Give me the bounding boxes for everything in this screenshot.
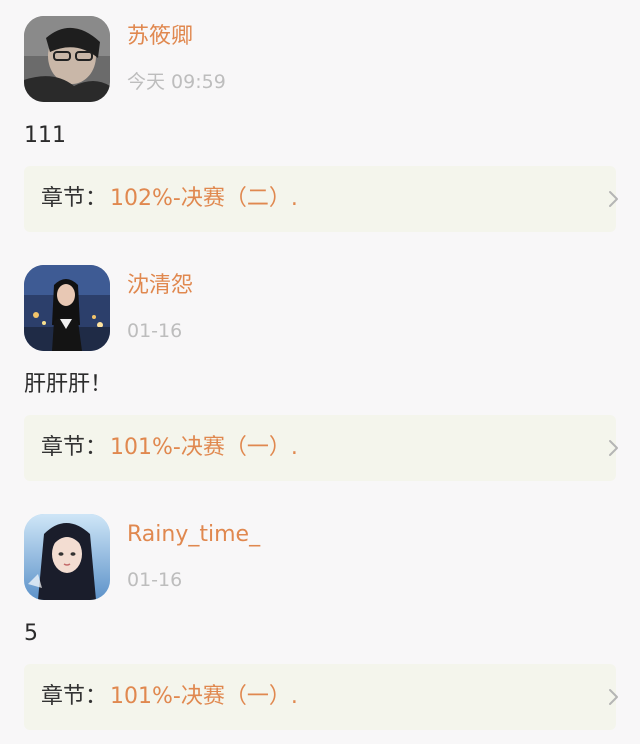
avatar-image xyxy=(24,514,110,600)
comment-feed: 苏筱卿 今天 09:59 111 章节： 102%-决赛（二）. 沈清怨 01-… xyxy=(0,0,640,744)
username[interactable]: 沈清怨 xyxy=(127,271,193,301)
username[interactable]: 苏筱卿 xyxy=(127,22,193,52)
comment-text: 111 xyxy=(24,123,66,148)
username[interactable]: Rainy_time_ xyxy=(127,520,260,550)
comment-item: 苏筱卿 今天 09:59 111 章节： 102%-决赛（二）. xyxy=(0,0,640,250)
chapter-link-card[interactable]: 章节： 101%-决赛（一）. xyxy=(24,415,618,481)
comment-time: 01-16 xyxy=(127,569,183,591)
chevron-right-icon xyxy=(604,688,622,706)
comment-time: 01-16 xyxy=(127,320,183,342)
chapter-label: 章节： xyxy=(41,186,108,211)
avatar-image xyxy=(24,16,110,102)
chevron-right-icon xyxy=(604,439,622,457)
chapter-label: 章节： xyxy=(41,435,108,460)
chapter-link-card[interactable]: 章节： 102%-决赛（二）. xyxy=(24,166,618,232)
comment-time: 今天 09:59 xyxy=(127,71,226,93)
chapter-label: 章节： xyxy=(41,684,108,709)
chapter-name: 102%-决赛（二）. xyxy=(110,186,298,211)
comment-item: Rainy_time_ 01-16 5 章节： 101%-决赛（一）. xyxy=(0,498,640,744)
chapter-name: 101%-决赛（一）. xyxy=(110,435,298,460)
avatar[interactable] xyxy=(24,514,110,600)
avatar[interactable] xyxy=(24,265,110,351)
chapter-name: 101%-决赛（一）. xyxy=(110,684,298,709)
chapter-link-card[interactable]: 章节： 101%-决赛（一）. xyxy=(24,664,618,730)
avatar-image xyxy=(24,265,110,351)
comment-item: 沈清怨 01-16 肝肝肝！ 章节： 101%-决赛（一）. xyxy=(0,249,640,499)
avatar[interactable] xyxy=(24,16,110,102)
comment-text: 肝肝肝！ xyxy=(24,372,113,397)
comment-text: 5 xyxy=(24,621,38,646)
chevron-right-icon xyxy=(604,190,622,208)
